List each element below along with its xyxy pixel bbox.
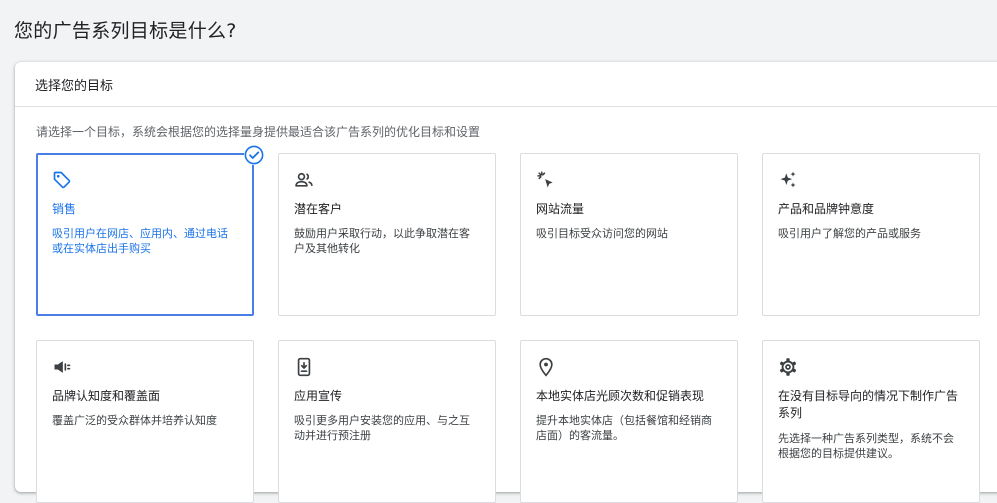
card-title: 应用宣传 bbox=[294, 389, 343, 403]
card-title: 在没有目标导向的情况下制作广告系列 bbox=[778, 389, 959, 420]
goal-card-local-store-visits[interactable]: 本地实体店光顾次数和促销表现 提升本地实体店（包括餐馆和经销商店面）的客流量。 bbox=[520, 340, 738, 503]
card-description: 提升本地实体店（包括餐馆和经销商店面）的客流量。 bbox=[536, 414, 712, 442]
sparkle-icon bbox=[778, 170, 798, 190]
phone-download-icon bbox=[294, 357, 314, 377]
card-description: 吸引用户了解您的产品或服务 bbox=[778, 227, 921, 240]
tag-icon bbox=[52, 170, 72, 190]
card-description: 吸引目标受众访问您的网站 bbox=[536, 227, 668, 240]
goal-card-website-traffic[interactable]: 网站流量 吸引目标受众访问您的网站 bbox=[520, 153, 738, 316]
goal-card-no-goal[interactable]: 在没有目标导向的情况下制作广告系列 先选择一种广告系列类型，系统不会根据您的目标… bbox=[762, 340, 980, 503]
panel-title: 选择您的目标 bbox=[35, 78, 114, 94]
goal-card-app-promotion[interactable]: 应用宣传 吸引更多用户安装您的应用、与之互动并进行预注册 bbox=[278, 340, 496, 503]
card-title: 产品和品牌钟意度 bbox=[778, 202, 875, 216]
location-pin-icon bbox=[536, 357, 556, 377]
card-description: 先选择一种广告系列类型，系统不会根据您的目标提供建议。 bbox=[778, 432, 954, 460]
card-description: 吸引更多用户安装您的应用、与之互动并进行预注册 bbox=[294, 414, 470, 442]
card-title: 潜在客户 bbox=[294, 202, 343, 216]
card-title: 本地实体店光顾次数和促销表现 bbox=[536, 389, 705, 403]
gear-icon bbox=[778, 357, 798, 377]
click-icon bbox=[536, 170, 556, 190]
card-title: 品牌认知度和覆盖面 bbox=[52, 389, 161, 403]
selected-check-icon bbox=[244, 145, 264, 165]
card-title: 销售 bbox=[52, 202, 77, 216]
instruction-text: 请选择一个目标，系统会根据您的选择量身提供最适合该广告系列的优化目标和设置 bbox=[36, 125, 481, 139]
card-description: 覆盖广泛的受众群体并培养认知度 bbox=[52, 414, 217, 427]
card-description: 吸引用户在网店、应用内、通过电话或在实体店出手购买 bbox=[52, 227, 228, 255]
card-title: 网站流量 bbox=[536, 202, 585, 216]
goal-card-sales[interactable]: 销售 吸引用户在网店、应用内、通过电话或在实体店出手购买 bbox=[36, 153, 254, 316]
goal-card-leads[interactable]: 潜在客户 鼓励用户采取行动，以此争取潜在客户及其他转化 bbox=[278, 153, 496, 316]
card-description: 鼓励用户采取行动，以此争取潜在客户及其他转化 bbox=[294, 227, 470, 255]
panel-header: 选择您的目标 bbox=[15, 62, 997, 107]
users-icon bbox=[294, 170, 314, 190]
goal-card-brand-awareness-reach[interactable]: 品牌认知度和覆盖面 覆盖广泛的受众群体并培养认知度 bbox=[36, 340, 254, 503]
megaphone-icon bbox=[52, 357, 72, 377]
goal-card-product-brand-consideration[interactable]: 产品和品牌钟意度 吸引用户了解您的产品或服务 bbox=[762, 153, 980, 316]
page-title: 您的广告系列目标是什么? bbox=[14, 20, 237, 42]
